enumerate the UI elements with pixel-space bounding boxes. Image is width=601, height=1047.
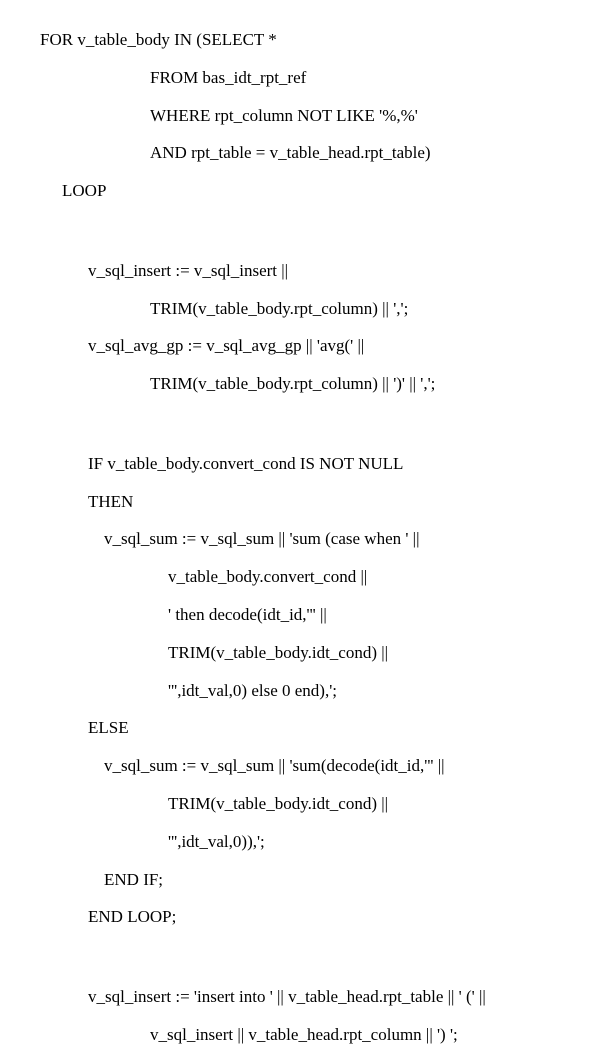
code-line: ELSE: [40, 716, 561, 740]
code-line: TRIM(v_table_body.rpt_column) || ')' || …: [40, 372, 561, 396]
code-line: v_sql_insert || v_table_head.rpt_column …: [40, 1023, 561, 1047]
code-line: v_sql_avg_gp := v_sql_avg_gp || 'avg(' |…: [40, 334, 561, 358]
code-line: [40, 414, 561, 438]
code-line: END LOOP;: [40, 905, 561, 929]
code-line: v_sql_sum := v_sql_sum || 'sum (case whe…: [40, 527, 561, 551]
code-line: WHERE rpt_column NOT LIKE '%,%': [40, 104, 561, 128]
code-line: v_sql_insert := 'insert into ' || v_tabl…: [40, 985, 561, 1009]
code-line: FROM bas_idt_rpt_ref: [40, 66, 561, 90]
code-line: FOR v_table_body IN (SELECT *: [40, 28, 561, 52]
code-line: [40, 221, 561, 245]
code-line: TRIM(v_table_body.idt_cond) ||: [40, 792, 561, 816]
code-line: [40, 947, 561, 971]
code-line: v_sql_sum := v_sql_sum || 'sum(decode(id…: [40, 754, 561, 778]
code-line: IF v_table_body.convert_cond IS NOT NULL: [40, 452, 561, 476]
code-line: v_sql_insert := v_sql_insert ||: [40, 259, 561, 283]
code-line: ''',idt_val,0)),';: [40, 830, 561, 854]
code-line: ''',idt_val,0) else 0 end),';: [40, 679, 561, 703]
code-line: LOOP: [40, 179, 561, 203]
code-line: TRIM(v_table_body.idt_cond) ||: [40, 641, 561, 665]
code-line: TRIM(v_table_body.rpt_column) || ',';: [40, 297, 561, 321]
code-line: v_table_body.convert_cond ||: [40, 565, 561, 589]
code-line: AND rpt_table = v_table_head.rpt_table): [40, 141, 561, 165]
code-line: THEN: [40, 490, 561, 514]
code-block: FOR v_table_body IN (SELECT * FROM bas_id…: [40, 28, 561, 1047]
code-line: END IF;: [40, 868, 561, 892]
code-line: ' then decode(idt_id,''' ||: [40, 603, 561, 627]
